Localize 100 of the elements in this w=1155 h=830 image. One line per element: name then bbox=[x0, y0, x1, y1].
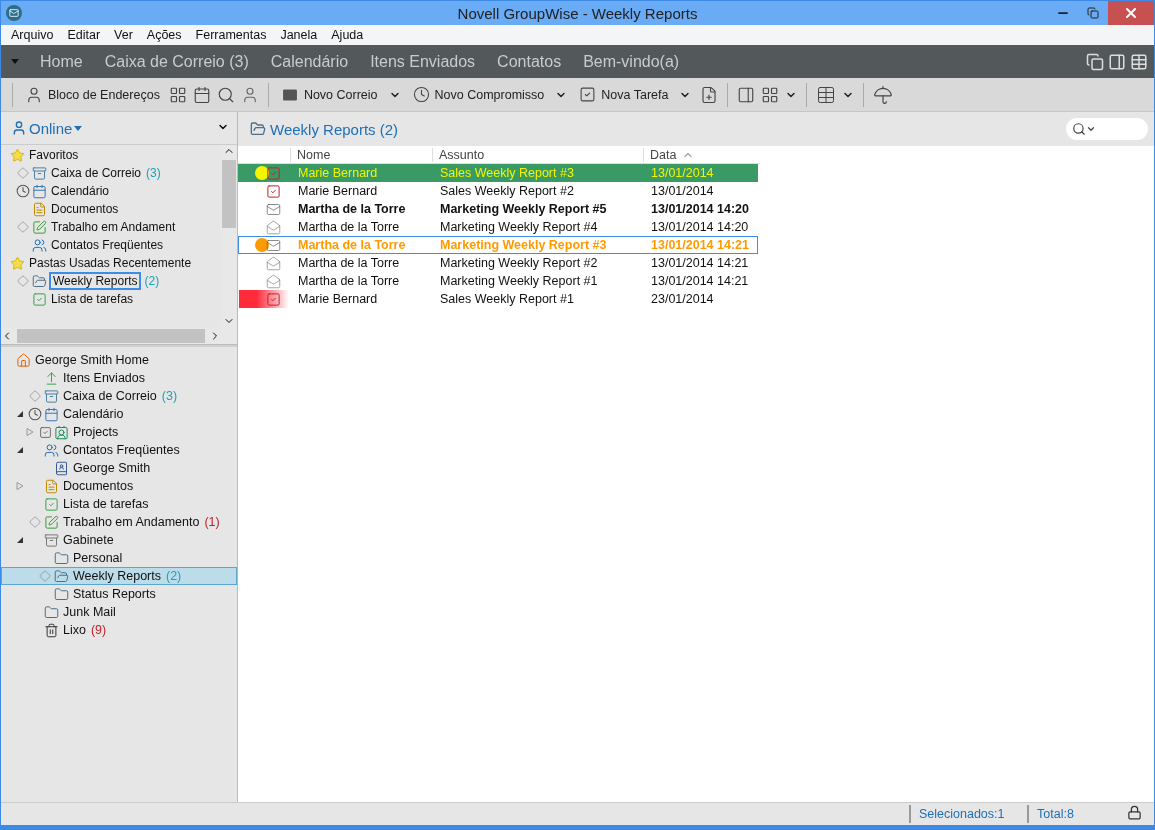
item-count: (2) bbox=[166, 569, 182, 583]
menu-item[interactable]: Ações bbox=[139, 28, 189, 42]
column-header[interactable]: Nome bbox=[290, 147, 432, 162]
tree-item[interactable]: Caixa de Correio (3) bbox=[1, 164, 221, 182]
document-icon bbox=[44, 478, 59, 494]
grid-view-icon bbox=[761, 85, 780, 104]
table-cell-text: Marie Bernard bbox=[297, 184, 379, 198]
collapse-arrow-icon[interactable] bbox=[16, 446, 24, 454]
tree-item[interactable]: Documentos bbox=[1, 200, 221, 218]
tree-item[interactable]: Trabalho em Andamento (1) bbox=[1, 513, 237, 531]
message-row[interactable]: Martha de la Torre Marketing Weekly Report #5 13/01/2014 14:20 bbox=[238, 200, 758, 218]
checkmark-box-icon bbox=[32, 291, 47, 307]
folder-icon bbox=[54, 586, 69, 602]
tree-item[interactable]: Trabalho em Andament bbox=[1, 218, 221, 236]
message-row[interactable]: Marie Bernard Sales Weekly Report #2 13/01/2014 bbox=[238, 182, 758, 200]
tree-item[interactable]: Favoritos bbox=[1, 146, 221, 164]
diamond-tag-icon bbox=[17, 221, 29, 233]
horizontal-scrollbar[interactable] bbox=[1, 327, 237, 345]
table-cell-text: 13/01/2014 14:20 bbox=[650, 202, 750, 216]
clock-icon bbox=[28, 407, 42, 421]
nav-tab[interactable]: Calendário bbox=[259, 52, 360, 71]
message-row[interactable]: Martha de la Torre Marketing Weekly Report #1 13/01/2014 14:21 bbox=[238, 272, 758, 290]
diamond-tag-icon bbox=[39, 570, 51, 582]
menu-item[interactable]: Ver bbox=[107, 28, 140, 42]
table-cell-text: Martha de la Torre bbox=[297, 202, 407, 216]
pencil-document-icon bbox=[44, 514, 59, 530]
open-envelope-icon bbox=[266, 219, 281, 235]
person-card-icon bbox=[54, 424, 69, 440]
tree-item[interactable]: Pastas Usadas Recentemente bbox=[1, 254, 221, 272]
item-count: (2) bbox=[144, 274, 160, 288]
folder-icon bbox=[32, 273, 47, 289]
checkmark-box-icon bbox=[44, 496, 59, 512]
table-cell-text: Sales Weekly Report #1 bbox=[439, 292, 575, 306]
tree-item[interactable]: Contatos Freqüentes bbox=[1, 441, 237, 459]
collapse-arrow-icon[interactable] bbox=[16, 410, 24, 418]
toolbar-button[interactable]: Novo Compromisso bbox=[409, 84, 571, 105]
folder-label: Weekly Reports bbox=[49, 272, 142, 290]
tree-item[interactable]: Gabinete bbox=[1, 531, 237, 549]
nav-tab[interactable]: Bem-vindo(a) bbox=[572, 52, 691, 71]
tree-item[interactable]: Calendário bbox=[1, 182, 221, 200]
menu-item[interactable]: Arquivo bbox=[4, 28, 61, 42]
expand-arrow-icon[interactable] bbox=[16, 482, 24, 490]
search-field[interactable] bbox=[1066, 118, 1148, 140]
tree-item[interactable]: Lista de tarefas bbox=[1, 495, 237, 513]
tree-item[interactable]: Status Reports bbox=[1, 585, 237, 603]
column-header[interactable]: Assunto bbox=[432, 147, 643, 162]
message-row[interactable]: Martha de la Torre Marketing Weekly Report #2 13/01/2014 14:21 bbox=[238, 254, 758, 272]
menu-item[interactable]: Editar bbox=[60, 28, 108, 42]
trash-icon bbox=[44, 622, 59, 638]
folder-label: Pastas Usadas Recentemente bbox=[28, 256, 193, 270]
tree-item[interactable]: Itens Enviados bbox=[1, 369, 237, 387]
star-icon bbox=[10, 255, 25, 271]
message-row[interactable]: Marie Bernard Sales Weekly Report #1 23/01/2014 bbox=[238, 290, 758, 308]
tree-item[interactable]: Weekly Reports (2) bbox=[1, 567, 237, 585]
tree-item[interactable]: Weekly Reports (2) bbox=[1, 272, 221, 290]
table-cell-text: Marketing Weekly Report #3 bbox=[439, 238, 608, 252]
folder-label: Lista de tarefas bbox=[50, 292, 135, 306]
table-cell-text: Martha de la Torre bbox=[297, 238, 407, 252]
tree-item[interactable]: Personal bbox=[1, 549, 237, 567]
lock-icon bbox=[1127, 805, 1142, 820]
folder-label: Personal bbox=[72, 551, 124, 565]
folder-label: Favoritos bbox=[28, 148, 80, 162]
toolbar-button[interactable]: Bloco de Endereços bbox=[22, 83, 163, 106]
expand-arrow-icon[interactable] bbox=[26, 428, 34, 436]
message-row[interactable]: Martha de la Torre Marketing Weekly Report #4 13/01/2014 14:20 bbox=[238, 218, 758, 236]
nav-tab[interactable]: Itens Enviados bbox=[359, 52, 487, 71]
tree-item[interactable]: Contatos Freqüentes bbox=[1, 236, 221, 254]
tree-item[interactable]: Junk Mail bbox=[1, 603, 237, 621]
diamond-tag-icon bbox=[29, 390, 41, 402]
toolbar-button[interactable]: Nova Tarefa bbox=[576, 84, 695, 105]
table-cell-text: Martha de la Torre bbox=[297, 256, 401, 270]
column-header[interactable]: Data bbox=[643, 147, 760, 162]
nav-tab[interactable]: Contatos bbox=[486, 52, 573, 71]
tree-item[interactable]: Lixo (9) bbox=[1, 621, 237, 639]
diamond-tag-icon bbox=[17, 275, 29, 287]
people-icon bbox=[32, 237, 47, 253]
tree-item[interactable]: Projects bbox=[1, 423, 237, 441]
menu-item[interactable]: Ferramentas bbox=[188, 28, 274, 42]
menu-item[interactable]: Ajuda bbox=[324, 28, 371, 42]
online-mode-dropdown[interactable]: Online bbox=[11, 119, 83, 137]
table-cell-text: Marie Bernard bbox=[297, 292, 379, 306]
folder-title: Weekly Reports (2) bbox=[270, 120, 399, 138]
tree-item[interactable]: Calendário bbox=[1, 405, 237, 423]
folder-label: Calendário bbox=[62, 407, 125, 421]
tree-item[interactable]: George Smith bbox=[1, 459, 237, 477]
toolbar-button[interactable]: Novo Correio bbox=[277, 83, 404, 106]
nav-tab[interactable]: Home bbox=[29, 52, 94, 71]
tree-item[interactable]: Lista de tarefas bbox=[1, 290, 221, 308]
menu-item[interactable]: Janela bbox=[273, 28, 325, 42]
tree-item[interactable]: Caixa de Correio (3) bbox=[1, 387, 237, 405]
collapse-arrow-icon[interactable] bbox=[16, 536, 24, 544]
table-cell-text: 13/01/2014 bbox=[650, 166, 715, 180]
nav-tab[interactable]: Caixa de Correio (3) bbox=[93, 52, 260, 71]
folder-label: Documentos bbox=[50, 202, 120, 216]
close-button[interactable] bbox=[1108, 1, 1154, 25]
open-envelope-icon bbox=[266, 255, 281, 271]
caret-icon[interactable] bbox=[11, 59, 19, 64]
caret-icon bbox=[74, 125, 83, 131]
tree-item[interactable]: George Smith Home bbox=[1, 351, 237, 369]
tree-item[interactable]: Documentos bbox=[1, 477, 237, 495]
